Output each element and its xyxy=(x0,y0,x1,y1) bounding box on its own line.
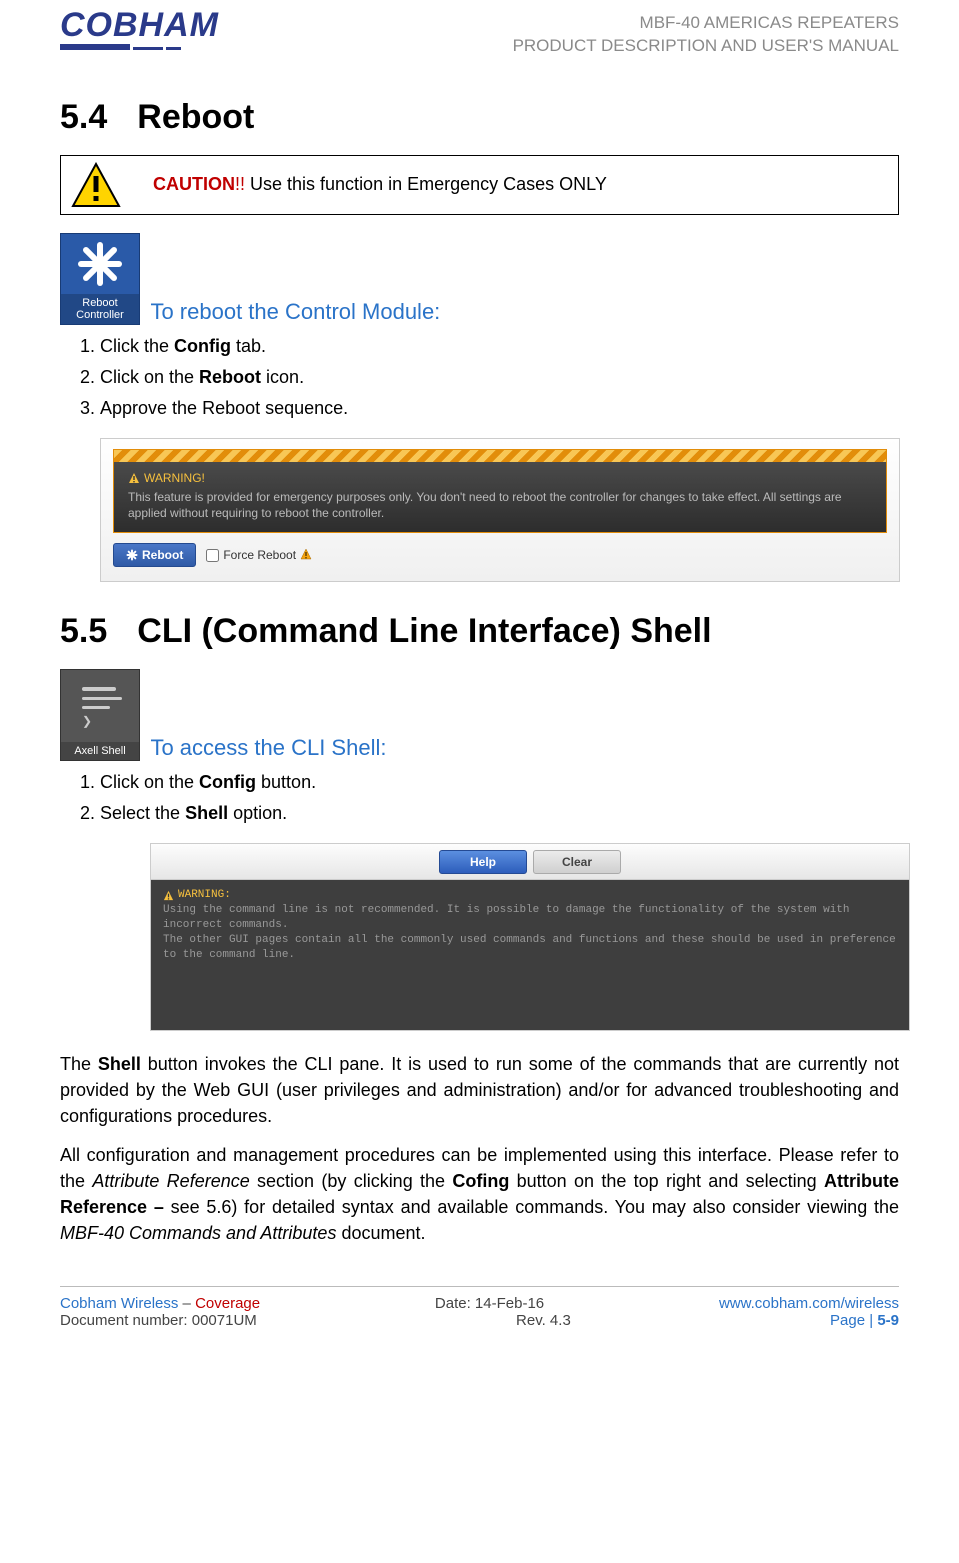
reboot-step-3: Approve the Reboot sequence. xyxy=(100,395,899,422)
force-reboot-checkbox-label[interactable]: Force Reboot xyxy=(206,548,312,563)
section-5-4-title: Reboot xyxy=(137,98,254,136)
cli-warning-line2: The other GUI pages contain all the comm… xyxy=(163,933,897,963)
section-5-4-heading: 5.4 Reboot xyxy=(60,98,899,137)
logo-underline xyxy=(60,40,219,50)
warning-small-icon xyxy=(128,472,140,484)
reboot-icon-caption: Reboot Controller xyxy=(61,294,139,324)
doc-title-block: MBF-40 AMERICAS REPEATERS PRODUCT DESCRI… xyxy=(513,8,899,58)
axell-shell-icon: ❯ Axell Shell xyxy=(60,669,140,761)
help-button[interactable]: Help xyxy=(439,850,527,874)
footer-link[interactable]: www.cobham.com/wireless xyxy=(719,1295,899,1312)
shell-icon-caption: Axell Shell xyxy=(61,742,139,760)
reboot-screenshot: WARNING! This feature is provided for em… xyxy=(100,438,900,582)
shell-lines-icon: ❯ xyxy=(78,684,122,728)
shell-lead-text: To access the CLI Shell: xyxy=(150,735,386,760)
doc-title-line2: PRODUCT DESCRIPTION AND USER'S MANUAL xyxy=(513,35,899,58)
shell-steps: Click on the Config button. Select the S… xyxy=(100,769,899,827)
reboot-step-2: Click on the Reboot icon. xyxy=(100,364,899,391)
section-5-5-num: 5.5 xyxy=(60,612,107,650)
reboot-button[interactable]: Reboot xyxy=(113,543,196,567)
footer-center-2: Rev. 4.3 xyxy=(516,1312,571,1329)
reboot-button-row: Reboot Force Reboot xyxy=(113,543,887,567)
warning-small-icon xyxy=(163,890,174,901)
warning-triangle-icon xyxy=(71,162,121,208)
brand-logo: COBHAM xyxy=(60,8,219,50)
section-5-4-num: 5.4 xyxy=(60,98,107,136)
force-reboot-checkbox[interactable] xyxy=(206,549,219,562)
reboot-warning-panel: WARNING! This feature is provided for em… xyxy=(114,462,886,532)
page-footer: Cobham Wireless – Coverage Date: 14-Feb-… xyxy=(60,1286,899,1329)
caution-callout: CAUTION!! Use this function in Emergency… xyxy=(60,155,899,215)
shell-step-2: Select the Shell option. xyxy=(100,800,899,827)
caution-text: CAUTION!! Use this function in Emergency… xyxy=(153,174,607,195)
logo-text: COBHAM xyxy=(60,8,219,42)
cli-warning-line1: Using the command line is not recommende… xyxy=(163,903,897,933)
reboot-lead-text: To reboot the Control Module: xyxy=(150,299,440,324)
section-5-5-heading: 5.5 CLI (Command Line Interface) Shell xyxy=(60,612,899,651)
reboot-controller-icon: Reboot Controller xyxy=(60,233,140,325)
page-header: COBHAM MBF-40 AMERICAS REPEATERS PRODUCT… xyxy=(60,0,899,58)
doc-title-line1: MBF-40 AMERICAS REPEATERS xyxy=(513,12,899,35)
reboot-steps: Click the Config tab. Click on the Reboo… xyxy=(100,333,899,422)
caution-exclaim: !! xyxy=(235,174,245,194)
caution-keyword: CAUTION xyxy=(153,174,235,194)
warning-tiny-icon xyxy=(300,548,312,563)
reboot-lead-row: Reboot Controller To reboot the Control … xyxy=(60,233,899,325)
shell-paragraph-1: The Shell button invokes the CLI pane. I… xyxy=(60,1051,899,1129)
clear-button[interactable]: Clear xyxy=(533,850,621,874)
footer-left-2: Document number: 00071UM xyxy=(60,1312,257,1329)
reboot-warning-head: WARNING! xyxy=(128,470,872,487)
shell-paragraph-2: All configuration and management procedu… xyxy=(60,1142,899,1246)
cli-screenshot: Help Clear WARNING: Using the command li… xyxy=(150,843,910,1031)
footer-left-1: Cobham Wireless – Coverage xyxy=(60,1295,260,1312)
hazard-stripe xyxy=(114,450,886,462)
section-5-5-title: CLI (Command Line Interface) Shell xyxy=(137,612,711,650)
caution-body: Use this function in Emergency Cases ONL… xyxy=(245,174,607,194)
reboot-step-1: Click the Config tab. xyxy=(100,333,899,360)
cli-body: WARNING: Using the command line is not r… xyxy=(151,880,909,1030)
cli-toolbar: Help Clear xyxy=(151,844,909,880)
footer-center-1: Date: 14-Feb-16 xyxy=(435,1295,544,1312)
asterisk-small-icon xyxy=(126,549,138,561)
page: COBHAM MBF-40 AMERICAS REPEATERS PRODUCT… xyxy=(0,0,959,1329)
shell-step-1: Click on the Config button. xyxy=(100,769,899,796)
footer-right-2: Page | 5-9 xyxy=(830,1312,899,1329)
asterisk-icon xyxy=(75,239,125,289)
cli-warning-head: WARNING: xyxy=(163,888,897,903)
reboot-warning-body: This feature is provided for emergency p… xyxy=(128,489,872,523)
shell-lead-row: ❯ Axell Shell To access the CLI Shell: xyxy=(60,669,899,761)
